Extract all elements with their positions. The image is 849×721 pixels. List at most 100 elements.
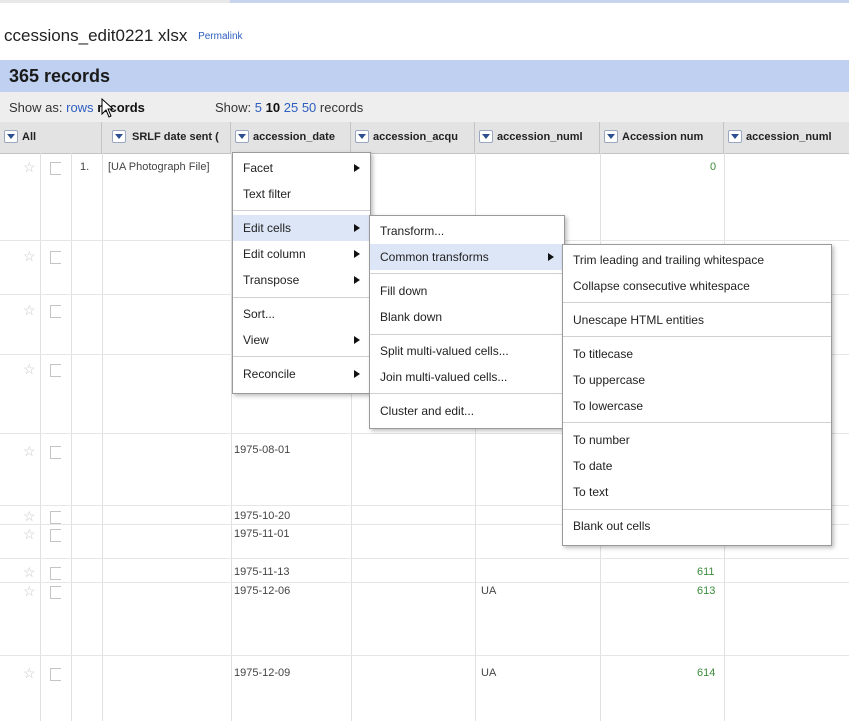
project-name[interactable]: ccessions_edit0221 xlsx [4, 26, 187, 45]
menu-item-join-multivalued[interactable]: Join multi-valued cells... [370, 364, 564, 390]
star-icon[interactable]: ☆ [23, 302, 36, 319]
column-header-srlf[interactable]: SRLF date sent ( [102, 122, 231, 153]
grid-divider [102, 153, 103, 721]
dropdown-arrow-icon[interactable] [728, 130, 742, 143]
flag-icon[interactable] [50, 364, 61, 377]
star-icon[interactable]: ☆ [23, 361, 36, 378]
submenu-arrow-icon [354, 164, 360, 172]
row-divider [0, 582, 849, 583]
mouse-cursor-icon [101, 98, 115, 118]
common-transforms-submenu: Trim leading and trailing whitespace Col… [562, 244, 832, 546]
menu-item-to-uppercase[interactable]: To uppercase [563, 367, 831, 393]
column-label-accession-numb-2: accession_numl [746, 131, 832, 143]
flag-icon[interactable] [50, 529, 61, 542]
view-bar: Show as: rows records Show: 5 10 25 50 r… [0, 92, 849, 123]
column-header-accession-num[interactable]: Accession num [600, 122, 724, 153]
flag-icon[interactable] [50, 511, 61, 524]
menu-separator [370, 273, 564, 274]
menu-item-to-number[interactable]: To number [563, 427, 831, 453]
menu-item-transpose[interactable]: Transpose [233, 267, 370, 293]
cell-accession-num: 0 [710, 161, 717, 173]
star-icon[interactable]: ☆ [23, 564, 36, 581]
menu-item-common-transforms[interactable]: Common transforms [370, 244, 564, 270]
submenu-arrow-icon [354, 224, 360, 232]
menu-separator [233, 356, 370, 357]
flag-icon[interactable] [50, 162, 61, 175]
menu-item-facet[interactable]: Facet [233, 155, 370, 181]
column-label-accession-num: Accession num [622, 131, 704, 143]
column-label-srlf: SRLF date sent ( [132, 131, 219, 143]
menu-item-sort[interactable]: Sort... [233, 301, 370, 327]
menu-item-split-multivalued[interactable]: Split multi-valued cells... [370, 338, 564, 364]
star-icon[interactable]: ☆ [23, 583, 36, 600]
edit-cells-submenu: Transform... Common transforms Fill down… [369, 215, 565, 429]
show-as-label: Show as: [9, 100, 63, 115]
dropdown-arrow-icon[interactable] [479, 130, 493, 143]
cell-accession-num: 613 [697, 585, 716, 597]
star-icon[interactable]: ☆ [23, 159, 36, 176]
column-header-accession-date[interactable]: accession_date [231, 122, 351, 153]
flag-icon[interactable] [50, 446, 61, 459]
menu-item-fill-down[interactable]: Fill down [370, 278, 564, 304]
header-accent [230, 0, 849, 3]
cell-accession-date: 1975-12-06 [234, 585, 291, 597]
menu-item-to-text[interactable]: To text [563, 479, 831, 505]
records-bar: 365 records [0, 60, 849, 92]
column-header-accession-acq[interactable]: accession_acqu [351, 122, 475, 153]
cell-accession-date: 1975-11-13 [234, 566, 290, 578]
cell-accession-num: 614 [697, 667, 716, 679]
star-icon[interactable]: ☆ [23, 526, 36, 543]
menu-item-reconcile[interactable]: Reconcile [233, 361, 370, 387]
row-divider [0, 655, 849, 656]
cell-accession-date: 1975-12-09 [234, 667, 291, 679]
menu-item-to-date[interactable]: To date [563, 453, 831, 479]
menu-item-text-filter[interactable]: Text filter [233, 181, 370, 207]
column-header-accession-numb[interactable]: accession_numl [475, 122, 600, 153]
submenu-arrow-icon [548, 253, 554, 261]
show-as-group: Show as: rows records [9, 100, 145, 115]
menu-item-edit-column[interactable]: Edit column [233, 241, 370, 267]
column-label-accession-date: accession_date [253, 131, 335, 143]
menu-separator [563, 336, 831, 337]
flag-icon[interactable] [50, 586, 61, 599]
flag-icon[interactable] [50, 668, 61, 681]
flag-icon[interactable] [50, 567, 61, 580]
menu-item-blank-out-cells[interactable]: Blank out cells [563, 513, 831, 539]
dropdown-arrow-icon[interactable] [355, 130, 369, 143]
column-label-accession-acq: accession_acqu [373, 131, 458, 143]
cell-accession-acq: UA [481, 667, 497, 679]
menu-item-unescape-html[interactable]: Unescape HTML entities [563, 307, 831, 333]
star-icon[interactable]: ☆ [23, 665, 36, 682]
dropdown-arrow-icon[interactable] [235, 130, 249, 143]
menu-item-view[interactable]: View [233, 327, 370, 353]
menu-separator [233, 297, 370, 298]
menu-item-edit-cells[interactable]: Edit cells [233, 215, 370, 241]
menu-item-blank-down[interactable]: Blank down [370, 304, 564, 330]
dropdown-arrow-icon[interactable] [112, 130, 126, 143]
page-size-25[interactable]: 25 [284, 100, 298, 115]
column-header-accession-numb-2[interactable]: accession_numl [724, 122, 849, 153]
dropdown-arrow-icon[interactable] [604, 130, 618, 143]
menu-item-trim-whitespace[interactable]: Trim leading and trailing whitespace [563, 247, 831, 273]
star-icon[interactable]: ☆ [23, 508, 36, 525]
menu-item-to-lowercase[interactable]: To lowercase [563, 393, 831, 419]
column-header-all[interactable]: All [0, 122, 102, 153]
menu-item-cluster-and-edit[interactable]: Cluster and edit... [370, 398, 564, 424]
flag-icon[interactable] [50, 305, 61, 318]
menu-item-collapse-whitespace[interactable]: Collapse consecutive whitespace [563, 273, 831, 299]
flag-icon[interactable] [50, 251, 61, 264]
menu-item-to-titlecase[interactable]: To titlecase [563, 341, 831, 367]
menu-separator [563, 422, 831, 423]
star-icon[interactable]: ☆ [23, 443, 36, 460]
show-as-rows-link[interactable]: rows [66, 100, 93, 115]
page-size-50[interactable]: 50 [302, 100, 316, 115]
page-size-5[interactable]: 5 [255, 100, 262, 115]
permalink-link[interactable]: Permalink [198, 31, 242, 42]
submenu-arrow-icon [354, 336, 360, 344]
menu-separator [233, 210, 370, 211]
cell-accession-acq: UA [481, 585, 497, 597]
star-icon[interactable]: ☆ [23, 248, 36, 265]
menu-item-transform[interactable]: Transform... [370, 218, 564, 244]
menu-separator [370, 334, 564, 335]
dropdown-arrow-icon[interactable] [4, 130, 18, 143]
